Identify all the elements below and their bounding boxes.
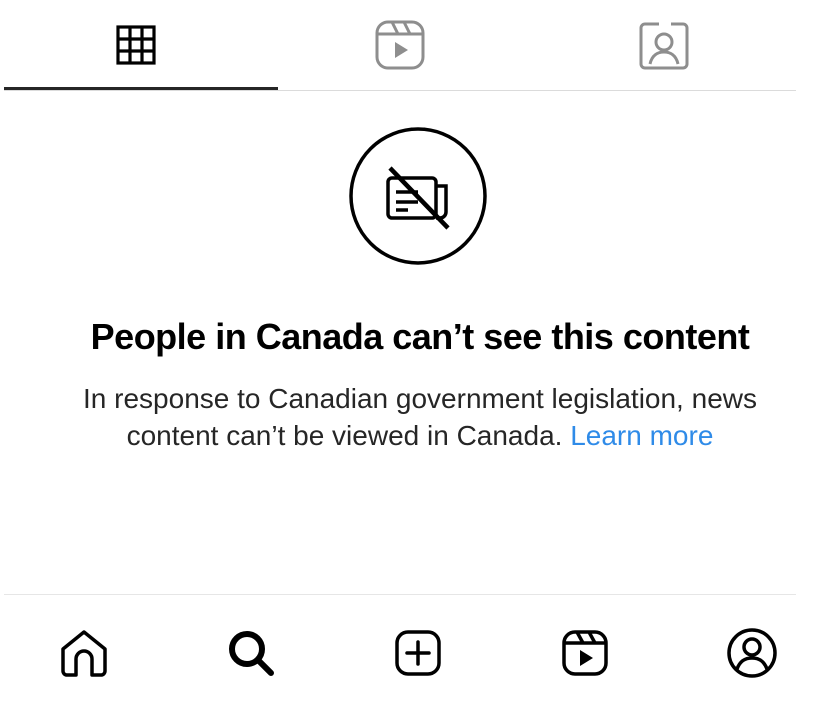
nav-home[interactable] <box>44 613 124 693</box>
bottom-nav-divider <box>4 594 796 595</box>
tagged-person-icon <box>637 18 691 72</box>
profile-tabs <box>4 0 796 90</box>
bottom-nav <box>0 596 820 710</box>
nav-create[interactable] <box>378 613 458 693</box>
profile-avatar-icon <box>725 626 779 680</box>
grid-icon <box>114 23 158 67</box>
news-unavailable-icon <box>348 126 488 266</box>
search-icon <box>225 627 277 679</box>
learn-more-link[interactable]: Learn more <box>570 420 713 451</box>
create-plus-icon <box>392 627 444 679</box>
tab-tagged[interactable] <box>532 0 796 90</box>
reels-icon <box>559 627 611 679</box>
nav-reels[interactable] <box>545 613 625 693</box>
home-icon <box>58 627 110 679</box>
reels-icon <box>373 18 427 72</box>
tab-reels[interactable] <box>268 0 532 90</box>
tab-posts-grid[interactable] <box>4 0 268 90</box>
nav-search[interactable] <box>211 613 291 693</box>
notice-title: People in Canada can’t see this content <box>90 316 750 357</box>
active-tab-indicator <box>4 87 278 90</box>
nav-profile[interactable] <box>712 613 792 693</box>
notice-body: In response to Canadian government legis… <box>40 380 800 454</box>
tabs-divider <box>4 90 796 91</box>
